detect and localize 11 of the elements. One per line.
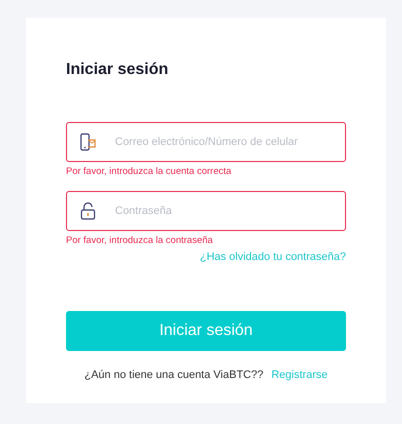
signup-prompt: ¿Aún no tiene una cuenta ViaBTC?? <box>84 369 264 381</box>
password-field[interactable]: Contraseña <box>66 191 346 231</box>
page-title: Iniciar sesión <box>66 60 170 80</box>
error-message: Por favor, introduzca la contraseña <box>66 235 214 247</box>
register-link[interactable]: Registrarse <box>271 369 328 381</box>
account-field[interactable]: Correo electrónico/Número de celular <box>66 122 346 162</box>
login-button[interactable]: Iniciar sesión <box>66 311 346 351</box>
forgot-password-link[interactable]: ¿Has olvidado tu contraseña? <box>200 251 346 263</box>
error-message: Por favor, introduzca la cuenta correcta <box>66 166 232 178</box>
phone-icon <box>80 133 96 151</box>
lock-icon <box>80 202 96 220</box>
